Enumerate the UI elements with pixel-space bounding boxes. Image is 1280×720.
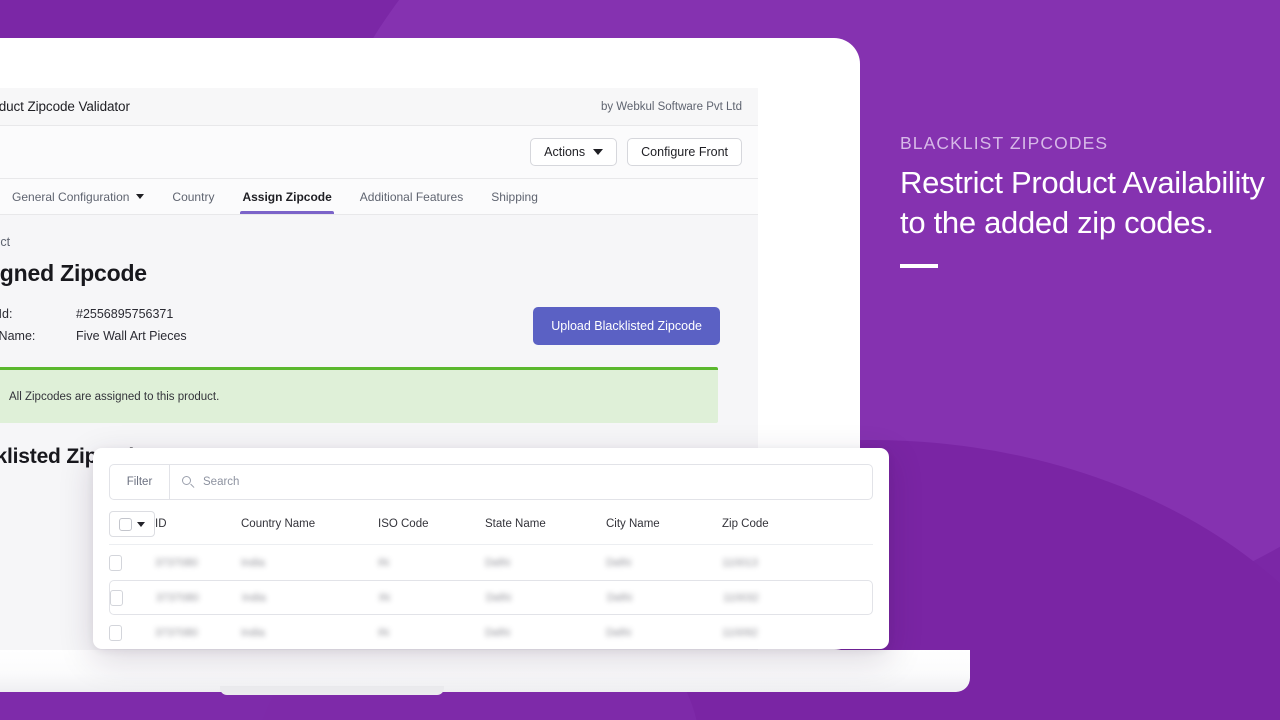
- row-checkbox-cell[interactable]: [110, 589, 156, 606]
- app-header: Product Zipcode Validator by Webkul Soft…: [0, 88, 758, 126]
- cell-id: 3737080: [155, 626, 198, 639]
- filter-button[interactable]: Filter: [110, 465, 170, 499]
- filter-search-bar: Filter: [109, 464, 873, 500]
- tab-additional-features[interactable]: Additional Features: [346, 179, 477, 214]
- product-name-value: Five Wall Art Pieces: [76, 329, 187, 343]
- cell-city: Delhi: [606, 556, 632, 569]
- promo-panel: BLACKLIST ZIPCODES Restrict Product Avai…: [900, 133, 1270, 268]
- cell-city: Delhi: [606, 626, 632, 639]
- configure-front-button[interactable]: Configure Front: [627, 137, 742, 167]
- select-all-checkbox[interactable]: [119, 517, 132, 531]
- table-row-cells: 3737080 India IN Delhi Delhi 110092: [109, 624, 873, 641]
- search-field-wrapper[interactable]: [170, 465, 872, 499]
- product-id-value: #2556895756371: [76, 307, 174, 321]
- column-header-country[interactable]: Country Name: [241, 518, 378, 530]
- tab-shipping[interactable]: Shipping: [477, 179, 552, 214]
- promo-underline: [900, 264, 938, 268]
- cell-country: India: [241, 556, 265, 569]
- info-alert: i All Zipcodes are assigned to this prod…: [0, 367, 718, 423]
- cell-id: 3737080: [156, 591, 199, 604]
- row-checkbox[interactable]: [109, 554, 122, 571]
- tab-country[interactable]: Country: [158, 179, 228, 214]
- promo-kicker: BLACKLIST ZIPCODES: [900, 133, 1109, 153]
- app-title: Product Zipcode Validator: [0, 99, 130, 114]
- blacklisted-zipcodes-table-card: Filter ID Country Name ISO Code State Na…: [93, 448, 889, 649]
- chevron-down-icon: [136, 194, 145, 199]
- column-header-id[interactable]: ID: [155, 518, 241, 530]
- upload-blacklisted-zipcode-button[interactable]: Upload Blacklisted Zipcode: [533, 307, 720, 345]
- table-row[interactable]: 3737080 India IN Delhi Delhi 110032: [109, 580, 873, 615]
- tab-label: Additional Features: [359, 189, 464, 204]
- row-checkbox[interactable]: [109, 624, 122, 641]
- table-row-cells: 3737080 India IN Delhi Delhi 110013: [109, 554, 873, 571]
- tab-label: Assign Zipcode: [242, 189, 332, 204]
- tab-label: Shipping: [491, 189, 538, 204]
- configure-front-label: Configure Front: [641, 144, 728, 159]
- product-name-label: Product Name:: [0, 329, 36, 343]
- search-input[interactable]: [203, 476, 860, 488]
- select-all-dropdown[interactable]: [109, 511, 155, 537]
- actions-button[interactable]: Actions: [530, 137, 618, 167]
- action-bar: Actions Configure Front: [0, 126, 758, 179]
- table-body: 3737080 India IN Delhi Delhi 110013 3737080 Ind…: [93, 545, 889, 649]
- promo-headline: Restrict Product Availability to the add…: [900, 165, 1265, 240]
- row-checkbox[interactable]: [110, 589, 123, 606]
- laptop-notch: [220, 686, 444, 695]
- laptop-base: [0, 650, 970, 692]
- cell-zip: 110013: [722, 556, 758, 569]
- page-title: Assigned Zipcode: [0, 260, 147, 286]
- search-icon: [182, 476, 195, 488]
- breadcrumb-label: Product: [0, 235, 11, 249]
- cell-iso: IN: [378, 556, 389, 569]
- actions-button-label: Actions: [544, 144, 586, 159]
- table-header-row: ID Country Name ISO Code State Name City…: [93, 504, 889, 544]
- cell-state: Delhi: [486, 591, 512, 604]
- product-name-row: Product Name: Five Wall Art Pieces: [0, 329, 187, 351]
- cell-city: Delhi: [607, 591, 633, 604]
- page-content: Product Assigned Zipcode Product Id: #25…: [0, 215, 758, 469]
- cell-zip: 110032: [723, 591, 759, 604]
- main-navigation: HomeGeneral ConfigurationCountryAssign Z…: [0, 179, 758, 215]
- cell-country: India: [242, 591, 266, 604]
- cell-iso: IN: [379, 591, 390, 604]
- cell-zip: 110092: [722, 626, 758, 639]
- cell-country: India: [241, 626, 265, 639]
- column-header-zip[interactable]: Zip Code: [722, 518, 832, 530]
- table-row-cells: 3737080 India IN Delhi Delhi 110032: [110, 589, 872, 606]
- column-header-state[interactable]: State Name: [485, 518, 606, 530]
- product-id-label: Product Id:: [0, 307, 13, 321]
- product-id-row: Product Id: #2556895756371: [0, 307, 187, 329]
- column-header-city[interactable]: City Name: [606, 518, 722, 530]
- table-row[interactable]: 3737080 India IN Delhi Delhi 110092: [93, 615, 889, 649]
- tab-assign-zipcode[interactable]: Assign Zipcode: [228, 179, 345, 214]
- table-row[interactable]: 3737080 India IN Delhi Delhi 110013: [93, 545, 889, 580]
- app-vendor: by Webkul Software Pvt Ltd: [600, 100, 742, 113]
- info-alert-text: All Zipcodes are assigned to this produc…: [9, 390, 220, 403]
- tab-label: Country: [172, 189, 215, 204]
- tab-general-configuration[interactable]: General Configuration: [0, 179, 158, 214]
- chevron-down-icon: [593, 149, 604, 155]
- breadcrumb[interactable]: Product: [0, 235, 738, 249]
- cell-id: 3737080: [155, 556, 198, 569]
- row-checkbox-cell[interactable]: [109, 554, 155, 571]
- column-header-iso[interactable]: ISO Code: [378, 518, 485, 530]
- product-meta-row: Product Id: #2556895756371 Product Name:…: [0, 307, 738, 351]
- product-meta: Product Id: #2556895756371 Product Name:…: [0, 307, 187, 351]
- cell-state: Delhi: [485, 626, 511, 639]
- tab-label: General Configuration: [12, 189, 130, 204]
- chevron-down-icon: [137, 521, 145, 527]
- row-checkbox-cell[interactable]: [109, 624, 155, 641]
- cell-iso: IN: [378, 626, 389, 639]
- cell-state: Delhi: [485, 556, 511, 569]
